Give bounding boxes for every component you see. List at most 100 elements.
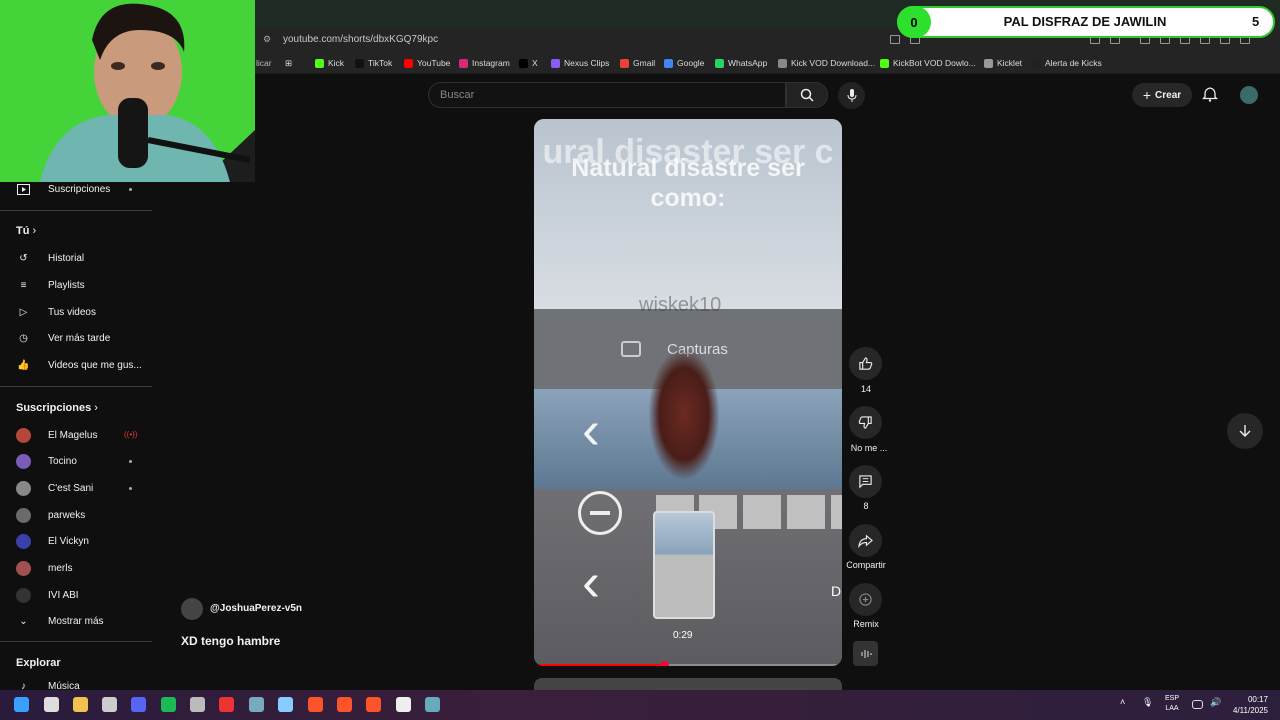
steam-icon[interactable] [425,697,440,712]
search-icon[interactable] [44,697,59,712]
bookmark-6[interactable]: Gmail [620,58,655,68]
bookmark-7[interactable]: Google [664,58,704,68]
progress-bar[interactable] [539,661,837,666]
file-explorer-icon[interactable] [73,697,88,712]
short-video-player[interactable]: ural disaster ser c Natural disastre ser… [534,119,842,666]
apps-icon[interactable]: ⊞ [285,58,292,69]
site-info-icon[interactable]: ⚙ [263,34,273,44]
windows-start-icon[interactable] [14,697,29,712]
app-icon[interactable] [190,697,205,712]
sidebar-item-1[interactable]: ≡ Playlists [16,277,85,293]
subscription-channel[interactable]: El Magelus [16,427,97,443]
subscriptions-section-heading[interactable]: Suscripciones › [16,402,98,414]
sidebar-item-subscriptions[interactable]: Suscripciones [16,181,110,197]
chevron-down-icon: ⌄ [19,615,28,627]
channel-avatar [16,587,31,603]
brave-icon[interactable] [337,697,352,712]
subscription-channel[interactable]: Tocino [16,453,77,469]
notifications-button[interactable] [1201,86,1220,104]
bookmark-1[interactable]: TikTok [355,58,392,68]
bookmark-label: YouTube [417,58,451,68]
sidebar-item-3[interactable]: ◷ Ver más tarde [16,330,110,346]
webcam-feed [0,0,255,182]
audio-button[interactable] [853,641,878,666]
search-input[interactable] [428,82,786,108]
sidebar-item-4[interactable]: 👍 Videos que me gus... [16,357,142,373]
bookmark-label: Kick [328,58,345,68]
bookmark-9[interactable]: Kick VOD Download... [778,58,875,68]
thumbs-down-icon [858,416,872,429]
network-icon[interactable] [1192,700,1203,709]
you-section-heading[interactable]: Tú › [16,225,36,237]
bookmark-11[interactable]: Kicklet [984,58,1022,68]
url-text[interactable]: youtube.com/shorts/dbxKGQ79kpc [283,34,438,45]
bookmark-4[interactable]: X [519,58,538,68]
volume-icon[interactable]: 🔊 [1210,697,1225,712]
like-button[interactable] [849,347,882,380]
voice-search-button[interactable] [838,82,865,109]
bookmark-12[interactable]: Alerta de Kicks [1032,58,1102,68]
sidebar-item-label: Historial [48,252,85,264]
channel-handle[interactable]: @JoshuaPerez-v5n [210,603,302,614]
create-label: Crear [1155,89,1182,101]
app-icon[interactable] [219,697,234,712]
brave-icon[interactable] [366,697,381,712]
bookmark-favicon-icon [620,58,629,68]
bookmark-8[interactable]: WhatsApp [715,58,767,68]
bookmark-2[interactable]: YouTube [404,58,450,68]
bookmark-0[interactable]: Kick [315,58,344,68]
app-icon[interactable] [278,697,293,712]
share-button[interactable] [849,524,882,557]
search-button[interactable] [786,82,828,108]
channel-name: Tocino [48,455,77,467]
share-icon [858,534,873,548]
bookmark-partial[interactable]: licar [256,58,272,68]
language-indicator[interactable]: ESP LAA [1164,694,1180,714]
progress-fill [539,664,665,666]
bookmark-label: X [532,58,538,68]
progress-handle[interactable] [660,661,670,666]
chevron-left-icon: ‹ [582,552,600,612]
sidebar-item-label: Tus videos [48,306,96,318]
bookmark-10[interactable]: KickBot VOD Dowlo... [880,58,976,68]
spotify-icon[interactable] [161,697,176,712]
video-watermark: wiskek10 [639,294,722,316]
chevron-right-icon: › [32,225,37,237]
discord-icon[interactable] [131,697,146,712]
bookmark-favicon-icon [459,58,468,68]
sidebar-item-0[interactable]: ↺ Historial [16,250,84,266]
bookmark-label: Gmail [633,58,656,68]
account-avatar[interactable] [1240,86,1258,104]
cast-icon[interactable] [890,35,900,44]
bookmark-3[interactable]: Instagram [459,58,510,68]
channel-avatar[interactable] [181,598,203,620]
dislike-button[interactable] [849,406,882,439]
explore-section-heading: Explorar [16,657,61,669]
create-button[interactable]: + Crear [1132,83,1192,107]
app-icon[interactable] [249,697,264,712]
subscription-channel[interactable]: El Vickyn [16,533,89,549]
show-more-button[interactable]: ⌄ Mostrar más [16,613,103,629]
file-icon[interactable] [396,697,411,712]
bookmark-favicon-icon [880,58,889,68]
comments-button[interactable] [849,465,882,498]
subscription-channel[interactable]: parweks [16,507,85,523]
subscription-channel[interactable]: merls [16,560,72,576]
subscription-channel[interactable]: C'est Sani [16,480,93,496]
liked-videos-icon: 👍 [17,359,30,371]
short-title: XD tengo hambre [181,634,281,648]
brave-icon[interactable] [308,697,323,712]
search-placeholder[interactable]: Buscar [440,89,474,101]
app-icon[interactable] [102,697,117,712]
next-short-button[interactable] [1227,413,1263,449]
taskbar-clock[interactable]: 00:17 4/11/2025 [1226,694,1268,716]
bell-icon [1201,87,1219,102]
microphone-icon[interactable]: 🎙 [1142,697,1157,712]
subscription-channel[interactable]: IVI ABI [16,587,79,603]
share-label: Compartir [846,560,886,570]
new-content-dot [129,487,132,490]
remix-button[interactable] [849,583,882,616]
sidebar-item-2[interactable]: ▷ Tus videos [16,304,96,320]
bookmark-5[interactable]: Nexus Clips [551,58,609,68]
chevron-up-icon[interactable]: ˄ [1120,697,1135,712]
